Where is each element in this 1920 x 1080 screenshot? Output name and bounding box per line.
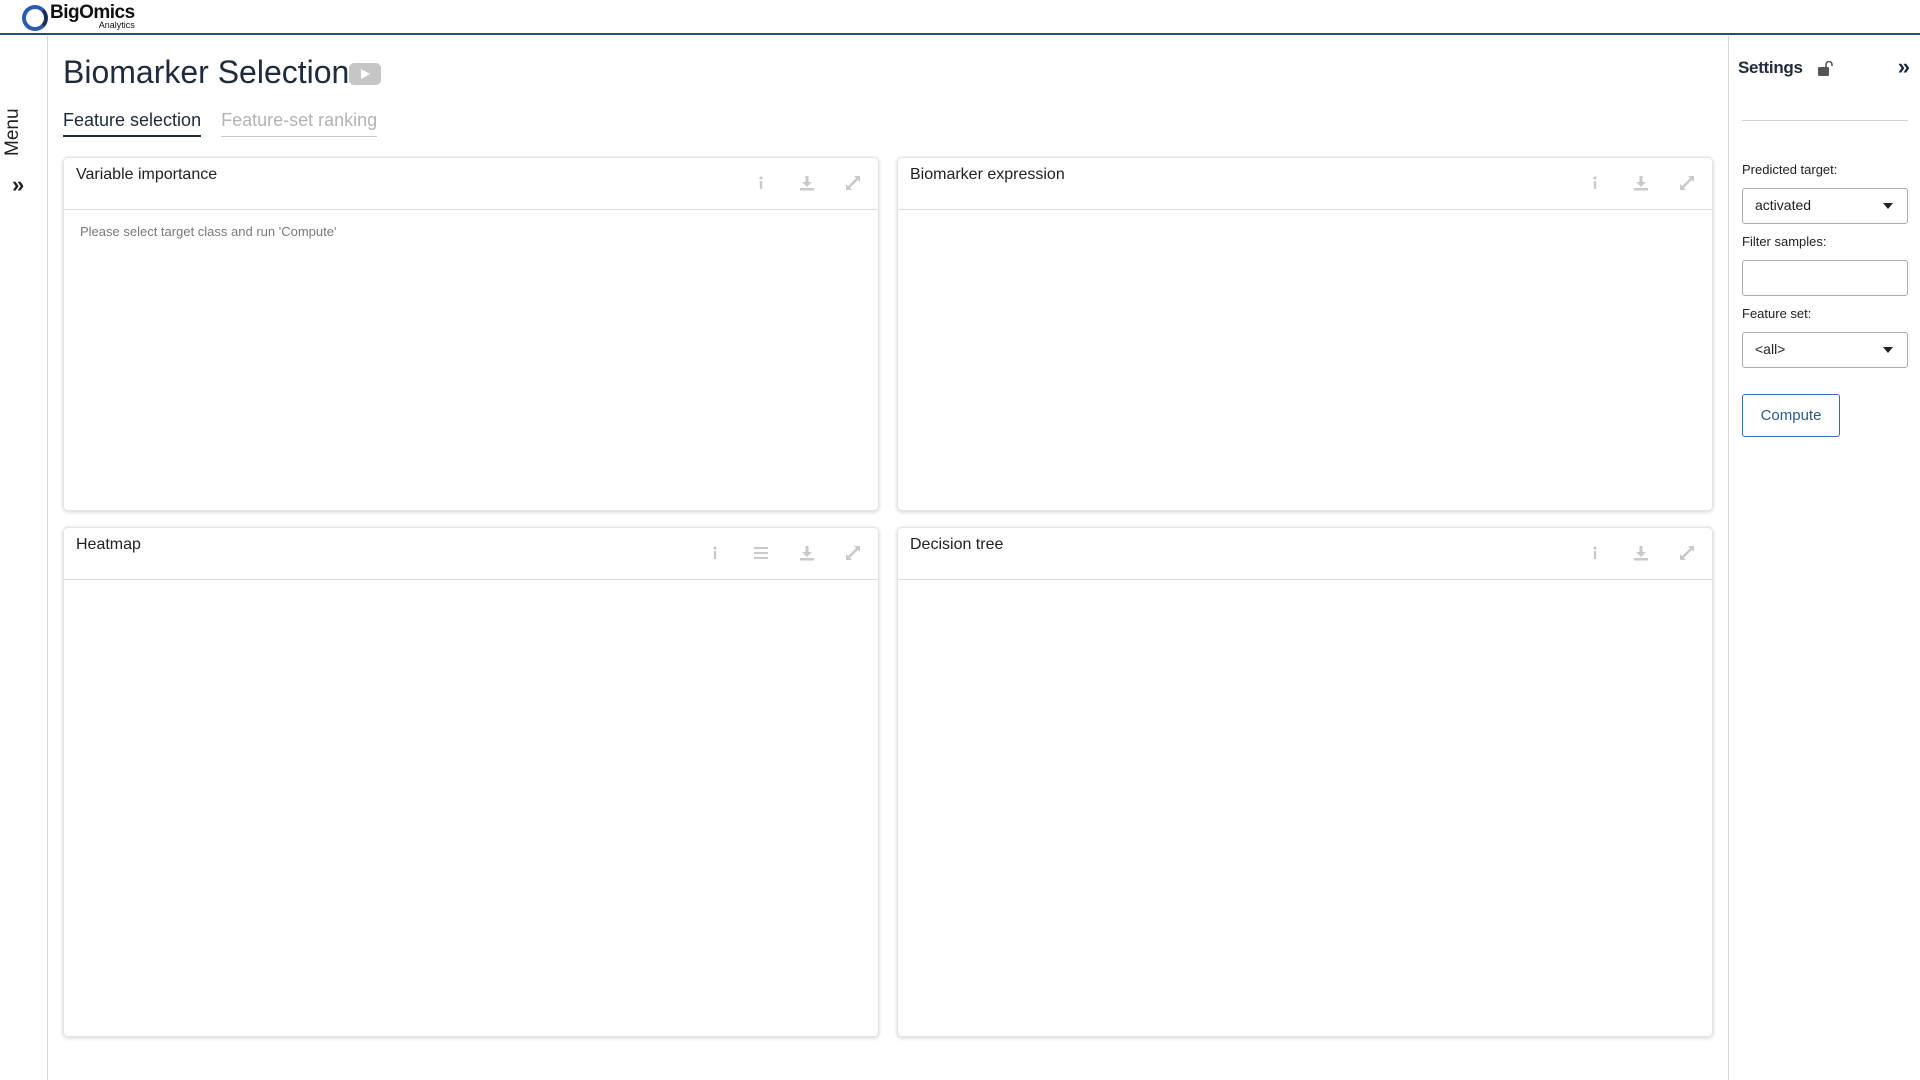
double-chevron-right-icon[interactable]: » bbox=[12, 174, 24, 196]
card-title: Heatmap bbox=[76, 536, 141, 553]
page-title: Biomarker Selection bbox=[63, 54, 350, 90]
download-icon[interactable] bbox=[796, 542, 818, 564]
top-bar: BigOmics Analytics bbox=[0, 0, 1920, 35]
compute-button[interactable]: Compute bbox=[1742, 394, 1840, 437]
info-icon[interactable] bbox=[750, 172, 772, 194]
expand-icon[interactable] bbox=[1676, 542, 1698, 564]
card-header: Heatmap bbox=[64, 528, 878, 580]
filter-samples-input[interactable] bbox=[1742, 260, 1908, 296]
download-icon[interactable] bbox=[1630, 172, 1652, 194]
filter-samples-label: Filter samples: bbox=[1742, 234, 1827, 249]
settings-panel: Settings » Predicted target: activated F… bbox=[1728, 36, 1920, 1080]
card-heatmap: Heatmap bbox=[63, 527, 879, 1037]
divider bbox=[1742, 120, 1908, 121]
double-chevron-right-icon[interactable]: » bbox=[1898, 54, 1910, 80]
card-variable-importance: Variable importance Please select target… bbox=[63, 157, 879, 511]
bigomics-logo[interactable]: BigOmics Analytics bbox=[22, 3, 135, 31]
expand-icon[interactable] bbox=[842, 542, 864, 564]
card-title: Variable importance bbox=[76, 166, 218, 183]
tab-bar: Feature selection Feature-set ranking bbox=[63, 110, 378, 137]
card-title: Decision tree bbox=[910, 536, 1004, 553]
expand-icon[interactable] bbox=[842, 172, 864, 194]
tab-feature-set-ranking[interactable]: Feature-set ranking bbox=[221, 110, 378, 137]
menu-toggle-label[interactable]: Menu bbox=[0, 108, 48, 156]
predicted-target-label: Predicted target: bbox=[1742, 162, 1838, 177]
card-header: Variable importance bbox=[64, 158, 878, 210]
info-icon[interactable] bbox=[1584, 172, 1606, 194]
download-icon[interactable] bbox=[796, 172, 818, 194]
menu-icon[interactable] bbox=[750, 542, 772, 564]
play-video-icon[interactable] bbox=[349, 63, 381, 85]
empty-state-message: Please select target class and run 'Comp… bbox=[80, 224, 337, 239]
card-header: Biomarker expression bbox=[898, 158, 1712, 210]
settings-title: Settings bbox=[1738, 58, 1803, 77]
download-icon[interactable] bbox=[1630, 542, 1652, 564]
card-title: Biomarker expression bbox=[910, 166, 1065, 183]
predicted-target-select[interactable]: activated bbox=[1742, 188, 1908, 224]
caret-down-icon bbox=[1883, 203, 1893, 209]
info-icon[interactable] bbox=[1584, 542, 1606, 564]
unlocked-icon[interactable] bbox=[1817, 60, 1833, 77]
logo-ring-icon bbox=[22, 5, 48, 31]
tab-feature-selection[interactable]: Feature selection bbox=[63, 110, 202, 137]
left-menu-rail: Menu » bbox=[0, 36, 48, 1080]
expand-icon[interactable] bbox=[1676, 172, 1698, 194]
feature-set-select[interactable]: <all> bbox=[1742, 332, 1908, 368]
card-decision-tree: Decision tree bbox=[897, 527, 1713, 1037]
card-header: Decision tree bbox=[898, 528, 1712, 580]
card-biomarker-expression: Biomarker expression bbox=[897, 157, 1713, 511]
caret-down-icon bbox=[1883, 347, 1893, 353]
info-icon[interactable] bbox=[704, 542, 726, 564]
feature-set-value: <all> bbox=[1755, 341, 1786, 357]
predicted-target-value: activated bbox=[1755, 197, 1812, 213]
feature-set-label: Feature set: bbox=[1742, 306, 1812, 321]
main-content: Biomarker Selection Feature selection Fe… bbox=[49, 36, 1728, 1080]
